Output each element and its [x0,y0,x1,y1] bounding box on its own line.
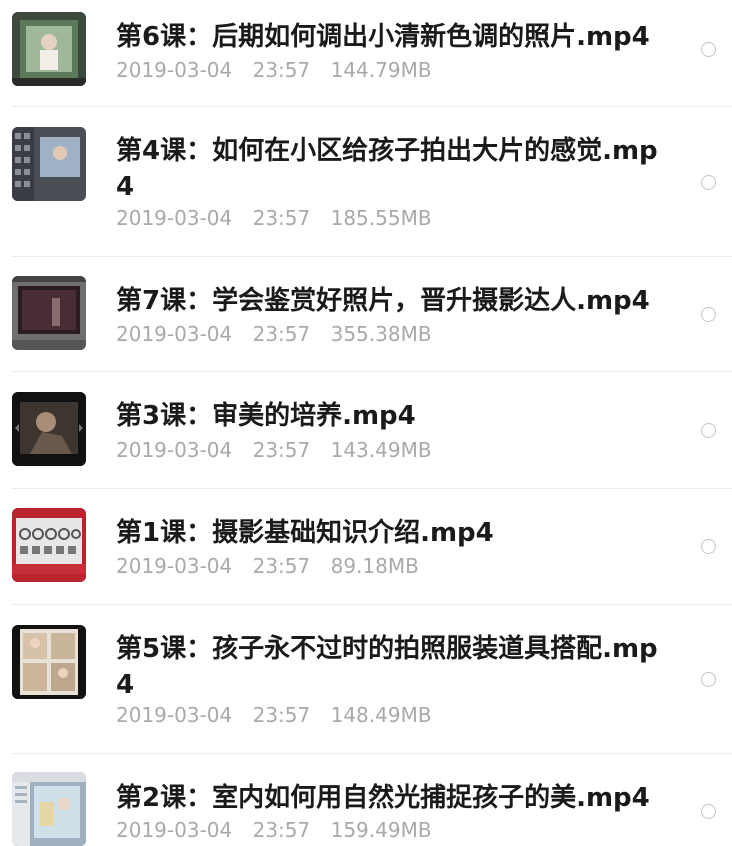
photo-editing-thumbnail-icon [12,12,86,86]
select-radio[interactable] [701,539,716,554]
file-time: 23:57 [252,438,311,462]
software-grid-thumbnail-icon [12,127,86,201]
file-date: 2019-03-04 [116,818,233,842]
select-radio[interactable] [701,42,716,57]
file-meta: 2019-03-04 23:57 143.49MB [116,437,432,463]
select-radio[interactable] [701,175,716,190]
file-meta: 2019-03-04 23:57 144.79MB [116,57,432,83]
file-date: 2019-03-04 [116,554,233,578]
list-item[interactable]: 第7课：学会鉴赏好照片，晋升摄影达人.mp4 2019-03-04 23:57 … [0,257,732,372]
file-title: 第7课：学会鉴赏好照片，晋升摄影达人.mp4 [116,286,650,316]
dark-portrait-thumbnail-icon [12,392,86,466]
list-item[interactable]: 第5课：孩子永不过时的拍照服装道具搭配.mp4 2019-03-04 23:57… [0,605,732,754]
file-size: 143.49MB [330,438,432,462]
file-date: 2019-03-04 [116,438,233,462]
file-title: 第5课：孩子永不过时的拍照服装道具搭配.mp4 [116,634,658,700]
file-size: 355.38MB [330,322,432,346]
file-date: 2019-03-04 [116,703,233,727]
file-list: 第6课：后期如何调出小清新色调的照片.mp4 2019-03-04 23:57 … [0,0,732,846]
file-size: 89.18MB [330,554,419,578]
file-title: 第3课：审美的培养.mp4 [116,401,416,431]
file-date: 2019-03-04 [116,206,233,230]
select-radio[interactable] [701,672,716,687]
window-light-thumbnail-icon [12,772,86,846]
select-radio[interactable] [701,804,716,819]
photo-collage-thumbnail-icon [12,625,86,699]
file-title: 第4课：如何在小区给孩子拍出大片的感觉.mp4 [116,136,658,202]
file-meta: 2019-03-04 23:57 355.38MB [116,321,432,347]
file-time: 23:57 [252,206,311,230]
file-size: 148.49MB [330,703,432,727]
dark-photo-thumbnail-icon [12,276,86,350]
file-time: 23:57 [252,818,311,842]
file-time: 23:57 [252,554,311,578]
file-size: 185.55MB [330,206,432,230]
file-title: 第6课：后期如何调出小清新色调的照片.mp4 [116,22,650,52]
camera-dials-thumbnail-icon [12,508,86,582]
select-radio[interactable] [701,423,716,438]
file-meta: 2019-03-04 23:57 89.18MB [116,553,419,579]
file-date: 2019-03-04 [116,58,233,82]
file-time: 23:57 [252,58,311,82]
file-time: 23:57 [252,703,311,727]
list-item[interactable]: 第1课：摄影基础知识介绍.mp4 2019-03-04 23:57 89.18M… [0,489,732,605]
file-meta: 2019-03-04 23:57 148.49MB [116,702,432,728]
file-date: 2019-03-04 [116,322,233,346]
file-title: 第1课：摄影基础知识介绍.mp4 [116,518,494,548]
select-radio[interactable] [701,307,716,322]
file-meta: 2019-03-04 23:57 159.49MB [116,817,432,843]
file-size: 159.49MB [330,818,432,842]
file-meta: 2019-03-04 23:57 185.55MB [116,205,432,231]
list-item[interactable]: 第2课：室内如何用自然光捕捉孩子的美.mp4 2019-03-04 23:57 … [0,754,732,846]
file-time: 23:57 [252,322,311,346]
list-item[interactable]: 第4课：如何在小区给孩子拍出大片的感觉.mp4 2019-03-04 23:57… [0,107,732,257]
file-size: 144.79MB [330,58,432,82]
file-title: 第2课：室内如何用自然光捕捉孩子的美.mp4 [116,783,650,813]
list-item[interactable]: 第3课：审美的培养.mp4 2019-03-04 23:57 143.49MB [0,372,732,489]
list-item[interactable]: 第6课：后期如何调出小清新色调的照片.mp4 2019-03-04 23:57 … [0,0,732,107]
